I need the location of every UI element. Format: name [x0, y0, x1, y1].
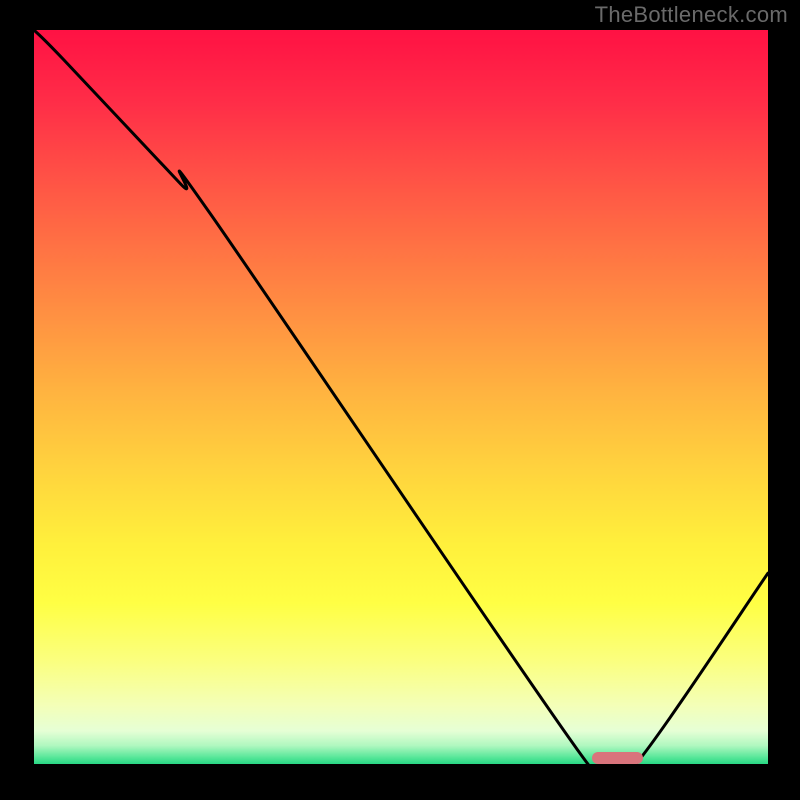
watermark-label: TheBottleneck.com	[595, 2, 788, 28]
chart-frame: TheBottleneck.com	[0, 0, 800, 800]
minimum-marker	[592, 752, 643, 764]
bottleneck-curve	[34, 30, 768, 764]
curve-layer	[34, 30, 768, 764]
plot-area	[34, 30, 768, 764]
